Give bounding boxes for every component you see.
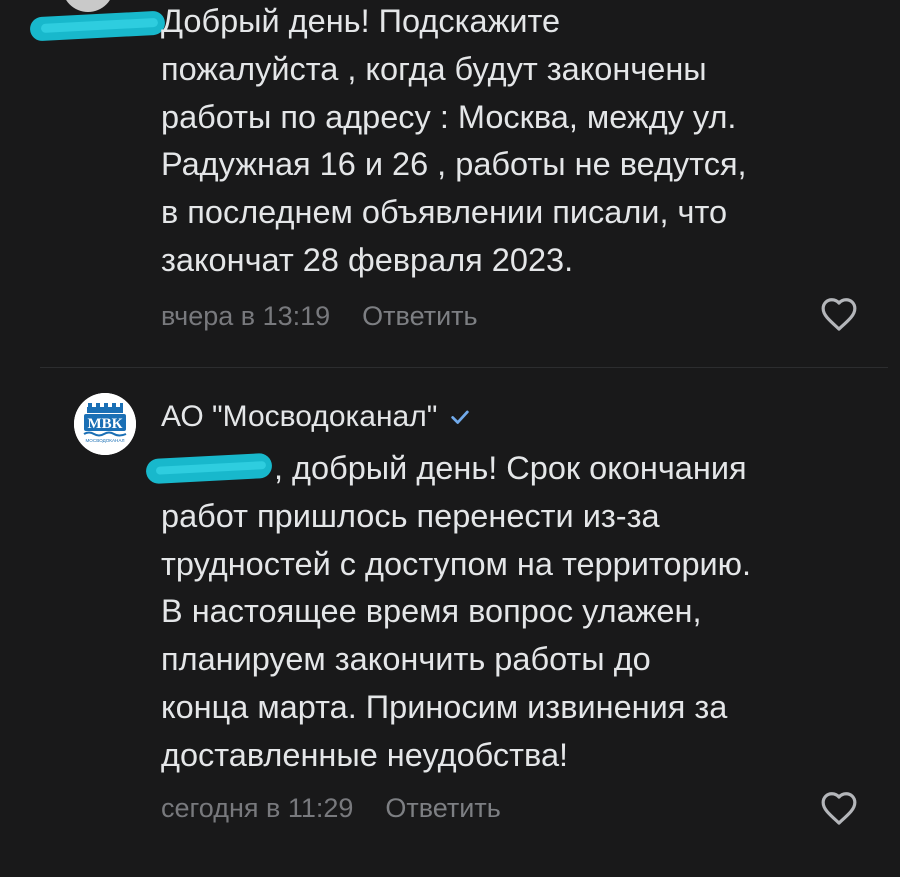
- checkmark-verified-icon: [451, 410, 470, 424]
- comment-reply: МВК МОСВОДОКАНАЛ АО "Мосводоканал" , доб…: [0, 0, 900, 877]
- mvk-logo-icon: МВК МОСВОДОКАНАЛ: [74, 393, 136, 455]
- comment-text: , добрый день! Срок окончания работ приш…: [161, 450, 752, 773]
- heart-outline-icon[interactable]: [820, 790, 858, 826]
- comment-timestamp: сегодня в 11:29: [161, 792, 354, 823]
- comment-author-row: АО "Мосводоканал": [161, 394, 471, 440]
- comment-meta: сегодня в 11:29 Ответить: [161, 788, 501, 828]
- author-name[interactable]: АО "Мосводоканал": [161, 400, 437, 434]
- reply-button[interactable]: Ответить: [385, 793, 500, 824]
- organization-avatar[interactable]: МВК МОСВОДОКАНАЛ: [74, 393, 136, 455]
- mvk-logo-caption: МОСВОДОКАНАЛ: [85, 438, 124, 443]
- mvk-logo-letters: МВК: [87, 416, 122, 432]
